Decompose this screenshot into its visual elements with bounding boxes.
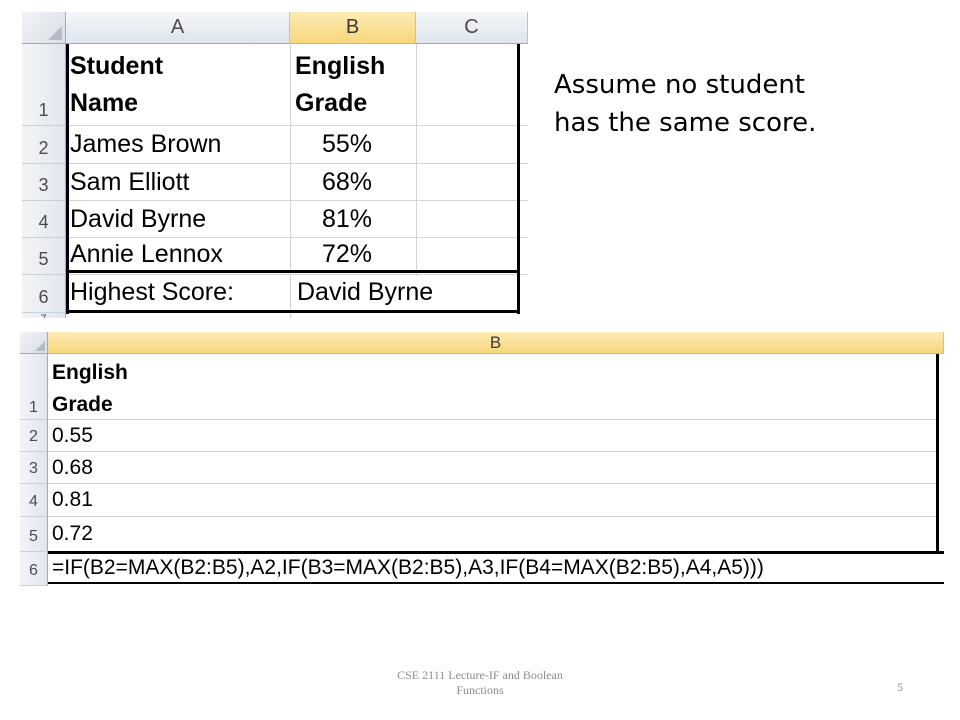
row-header-6[interactable]: 6 <box>20 552 48 586</box>
cell-b4[interactable]: 81% <box>322 201 372 237</box>
cell-b4[interactable]: 0.81 <box>52 484 93 516</box>
row-header-3[interactable]: 3 <box>22 164 66 201</box>
cell-b5[interactable]: 72% <box>322 238 372 270</box>
cell-b3[interactable]: 68% <box>322 164 372 200</box>
row-header-5[interactable]: 5 <box>22 238 66 275</box>
table-border-bottom <box>48 582 944 584</box>
footer-line-2: Functions <box>456 683 504 697</box>
cell-b1-line2[interactable]: Grade <box>52 390 113 420</box>
column-header-b[interactable]: B <box>290 12 416 44</box>
row-header-5[interactable]: 5 <box>20 517 48 552</box>
row-header-4[interactable]: 4 <box>20 484 48 517</box>
gridline <box>48 516 938 517</box>
cell-a2[interactable]: James Brown <box>70 126 221 163</box>
cell-b3[interactable]: 0.68 <box>52 452 93 483</box>
column-header-b[interactable]: B <box>48 332 944 354</box>
column-header-a[interactable]: A <box>66 12 290 44</box>
row-header-1[interactable]: 1 <box>20 354 48 420</box>
gridline <box>48 483 938 484</box>
spreadsheet-formula: B 1 2 3 4 5 6 English Grade 0.55 0.68 0.… <box>20 332 944 588</box>
cell-a5[interactable]: Annie Lennox <box>70 238 223 270</box>
select-all-corner[interactable] <box>20 332 48 354</box>
cell-b2[interactable]: 55% <box>322 126 372 163</box>
note-line-1: Assume no student <box>554 70 805 100</box>
row-header-3[interactable]: 3 <box>20 452 48 484</box>
cell-b1-line2[interactable]: Grade <box>295 85 367 121</box>
cell-b1-line1[interactable]: English <box>52 358 128 388</box>
gridline <box>290 44 291 318</box>
column-header-c[interactable]: C <box>416 12 528 44</box>
footer-line-1: CSE 2111 Lecture-IF and Boolean <box>397 668 563 682</box>
assumption-note: Assume no student has the same score. <box>554 66 934 142</box>
cell-b1-line1[interactable]: English <box>295 48 385 84</box>
table-border-right <box>517 44 520 314</box>
cell-a1-line1[interactable]: Student <box>70 48 163 84</box>
table-border-right <box>936 354 939 552</box>
gridline <box>290 313 291 318</box>
slide-footer: CSE 2111 Lecture-IF and Boolean Function… <box>340 668 620 698</box>
cell-a1-line2[interactable]: Name <box>70 85 138 121</box>
table-border-bottom <box>66 310 520 313</box>
row-header-1[interactable]: 1 <box>22 44 66 126</box>
page-number: 5 <box>897 680 903 694</box>
cell-a6-highest-label[interactable]: Highest Score: <box>70 274 234 310</box>
cell-b6-highest-value[interactable]: David Byrne <box>297 274 433 310</box>
row-header-7[interactable]: 7 <box>22 313 66 318</box>
cell-a3[interactable]: Sam Elliott <box>70 164 189 200</box>
gridline <box>416 44 417 276</box>
cell-b5[interactable]: 0.72 <box>52 517 93 551</box>
cell-a4[interactable]: David Byrne <box>70 201 206 237</box>
corner-triangle-icon <box>35 341 45 351</box>
gridline <box>48 419 938 420</box>
table-border-left <box>66 44 69 314</box>
select-all-corner[interactable] <box>22 12 66 44</box>
row-header-6[interactable]: 6 <box>22 275 66 313</box>
cell-b2[interactable]: 0.55 <box>52 420 93 451</box>
spreadsheet-grades: A B C 1 2 3 4 5 6 7 Student Name English… <box>22 12 528 318</box>
corner-triangle-icon <box>48 26 62 40</box>
table-border-mid <box>66 270 520 273</box>
row-header-4[interactable]: 4 <box>22 201 66 238</box>
gridline <box>48 451 938 452</box>
row-header-2[interactable]: 2 <box>22 126 66 164</box>
cell-b6-formula[interactable]: =IF(B2=MAX(B2:B5),A2,IF(B3=MAX(B2:B5),A3… <box>52 554 764 582</box>
row-header-2[interactable]: 2 <box>20 420 48 452</box>
note-line-2: has the same score. <box>554 108 817 138</box>
